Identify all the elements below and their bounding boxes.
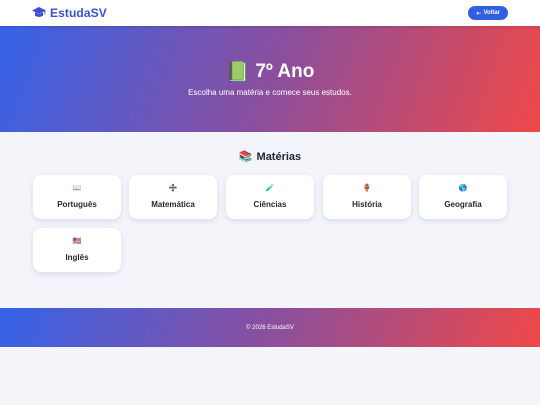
navbar: EstudaSV ⇠ Voltar xyxy=(0,0,540,26)
brand-logo[interactable]: EstudaSV xyxy=(32,6,107,20)
globe-icon: 🌎 xyxy=(458,185,468,192)
back-button[interactable]: ⇠ Voltar xyxy=(468,6,508,20)
footer-copyright: © 2026 EstudaSV xyxy=(246,324,294,331)
subject-card-label: Ciências xyxy=(253,200,287,209)
footer: © 2026 EstudaSV xyxy=(0,308,540,347)
page-subtitle: Escolha uma matéria e comece seus estudo… xyxy=(188,88,352,97)
subject-card-historia[interactable]: 🏺 História xyxy=(323,175,411,219)
subject-card-label: Português xyxy=(57,200,97,209)
subject-card-portugues[interactable]: 📖 Português xyxy=(33,175,121,219)
subject-card-label: Geografia xyxy=(444,200,482,209)
subject-card-ciencias[interactable]: 🧪 Ciências xyxy=(226,175,314,219)
us-flag-icon: 🇺🇸 xyxy=(72,238,82,245)
subject-card-label: História xyxy=(352,200,382,209)
page-title: 📗 7º Ano xyxy=(0,60,540,84)
hero-banner: 📗 7º Ano Escolha uma matéria e comece se… xyxy=(0,26,540,132)
subject-card-geografia[interactable]: 🌎 Geografia xyxy=(419,175,507,219)
brand-name: EstudaSV xyxy=(50,6,107,20)
arrow-left-icon: ⇠ xyxy=(476,10,482,17)
green-book-icon: 📗 xyxy=(225,62,250,83)
subject-card-ingles[interactable]: 🇺🇸 Inglês xyxy=(33,228,121,272)
books-icon: 📚 xyxy=(238,151,253,163)
subject-card-label: Matemática xyxy=(151,200,195,209)
scroll-icon: 🏺 xyxy=(362,185,372,192)
book-icon: 📖 xyxy=(72,185,82,192)
subject-card-matematica[interactable]: ➗ Matemática xyxy=(129,175,217,219)
section-title: 📚 Matérias xyxy=(0,150,540,164)
math-icon: ➗ xyxy=(168,185,178,192)
graduation-cap-icon xyxy=(32,6,46,20)
page-title-text: 7º Ano xyxy=(255,61,315,82)
back-button-label: Voltar xyxy=(483,10,500,16)
subject-card-label: Inglês xyxy=(65,253,89,262)
test-tube-icon: 🧪 xyxy=(265,185,275,192)
section-title-text: Matérias xyxy=(256,150,302,163)
